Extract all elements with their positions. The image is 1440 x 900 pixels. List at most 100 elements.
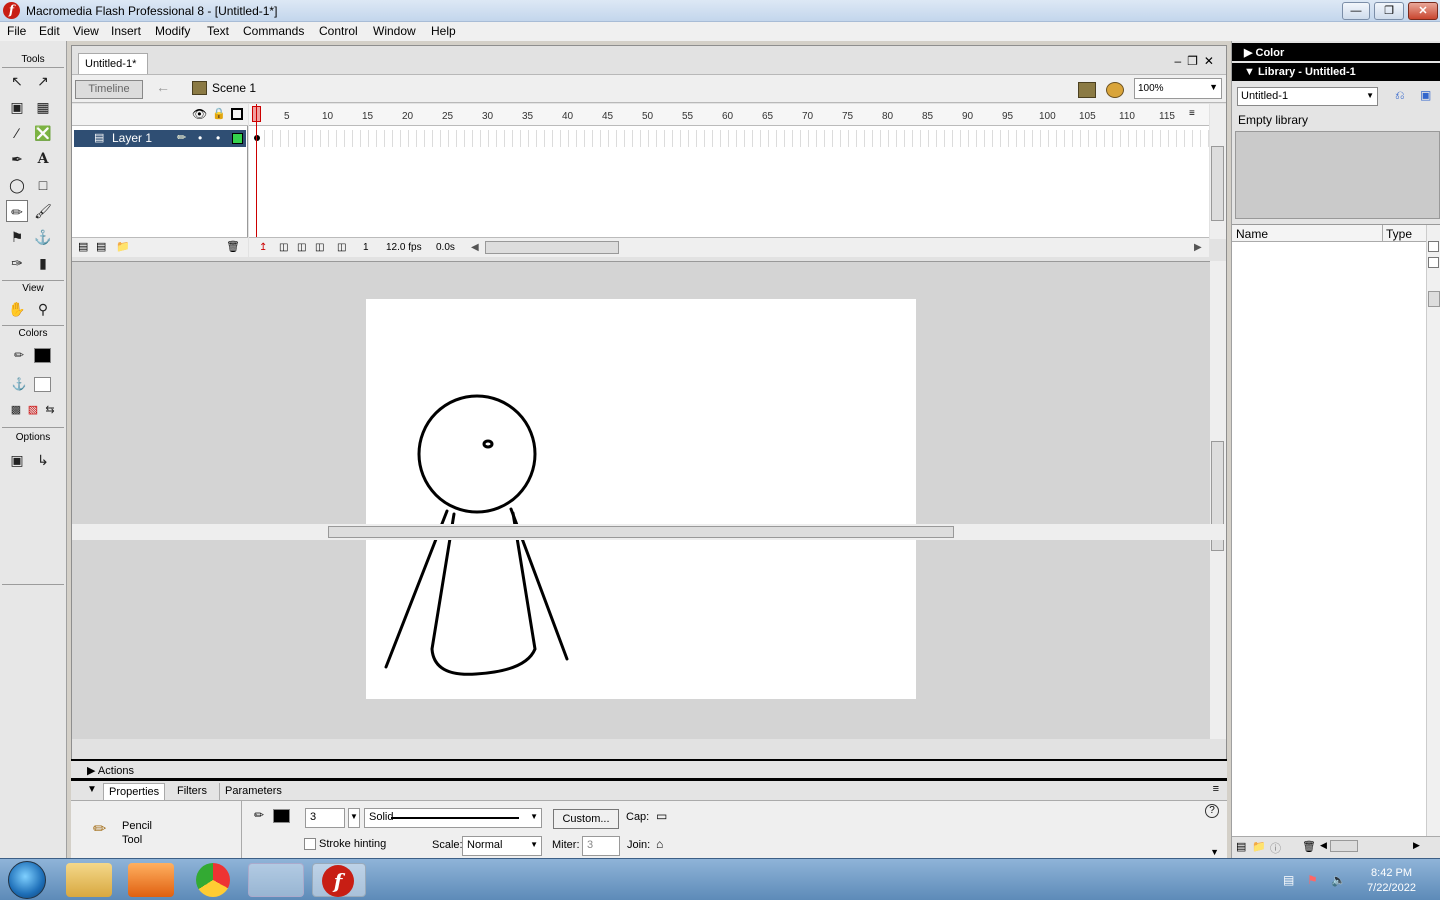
menu-edit[interactable]: Edit bbox=[39, 24, 60, 38]
pin-library-icon[interactable]: ⎌ bbox=[1395, 88, 1405, 103]
restore-button[interactable]: ❐ bbox=[1374, 2, 1404, 20]
menu-help[interactable]: Help bbox=[431, 24, 456, 38]
library-list[interactable]: Name Type bbox=[1232, 224, 1440, 837]
actions-panel-header[interactable]: ▶ Actions bbox=[71, 759, 1227, 778]
onion-outline-icon[interactable]: ◫ bbox=[297, 242, 306, 253]
start-button[interactable] bbox=[8, 861, 46, 899]
edit-symbols-icon[interactable] bbox=[1106, 82, 1124, 98]
eraser-tool-icon[interactable]: ▮ bbox=[32, 252, 54, 274]
frames-row[interactable] bbox=[249, 130, 1209, 147]
pen-tool-icon[interactable]: ✒ bbox=[6, 148, 28, 170]
stroke-hinting-checkbox[interactable] bbox=[304, 838, 316, 850]
network-icon[interactable]: ▤ bbox=[1283, 873, 1299, 887]
stage-vscroll[interactable] bbox=[1210, 261, 1226, 739]
menu-file[interactable]: File bbox=[7, 24, 26, 38]
ink-bottle-tool-icon[interactable]: ⚑ bbox=[6, 226, 28, 248]
fill-color-swatch[interactable] bbox=[34, 377, 51, 392]
menu-commands[interactable]: Commands bbox=[243, 24, 304, 38]
eyedropper-tool-icon[interactable]: ✑ bbox=[6, 252, 28, 274]
stage-canvas[interactable] bbox=[366, 299, 916, 699]
chrome-icon[interactable] bbox=[196, 863, 230, 897]
menu-control[interactable]: Control bbox=[319, 24, 358, 38]
tab-properties[interactable]: Properties bbox=[103, 783, 166, 800]
help-icon[interactable]: ? bbox=[1205, 804, 1219, 818]
timeline-vscroll-thumb[interactable] bbox=[1211, 146, 1224, 221]
delete-icon[interactable]: 🗑 bbox=[1302, 840, 1316, 853]
pencil-mode-icon[interactable]: ↳ bbox=[32, 449, 54, 471]
stage-hscroll-thumb[interactable] bbox=[328, 526, 954, 538]
edit-scene-icon[interactable] bbox=[1078, 82, 1096, 98]
hand-tool-icon[interactable]: ✋ bbox=[6, 298, 28, 320]
subselection-tool-icon[interactable]: ↗ bbox=[32, 70, 54, 92]
stage-hscroll[interactable] bbox=[72, 524, 1226, 540]
zoom-tool-icon[interactable]: ⚲ bbox=[32, 298, 54, 320]
keyframe-dot[interactable] bbox=[254, 135, 260, 141]
join-select-icon[interactable]: ⌂ bbox=[656, 837, 663, 851]
fill-transform-tool-icon[interactable]: ▦ bbox=[32, 96, 54, 118]
edit-multiple-frames-icon[interactable]: ◫ bbox=[315, 242, 324, 253]
timeline-hscroll-thumb[interactable] bbox=[485, 241, 619, 254]
document-window-controls[interactable]: –❐✕ bbox=[1175, 54, 1221, 68]
zoom-select[interactable]: 100% ▼ bbox=[1134, 78, 1222, 99]
onion-skin-icon[interactable]: ◫ bbox=[279, 242, 288, 253]
tab-parameters[interactable]: Parameters bbox=[219, 783, 287, 800]
selection-tool-icon[interactable]: ↖ bbox=[6, 70, 28, 92]
oval-tool-icon[interactable]: ◯ bbox=[6, 174, 28, 196]
visible-dot-icon[interactable]: • bbox=[198, 131, 202, 145]
scene-label[interactable]: Scene 1 bbox=[212, 81, 256, 95]
media-player-icon[interactable] bbox=[128, 863, 174, 897]
add-motion-guide-icon[interactable]: ▤ bbox=[96, 240, 106, 253]
tab-filters[interactable]: Filters bbox=[172, 783, 212, 800]
paint-icon[interactable] bbox=[248, 863, 304, 897]
line-tool-icon[interactable]: ∕ bbox=[6, 122, 28, 144]
scale-select[interactable]: Normal ▼ bbox=[462, 836, 542, 856]
menu-insert[interactable]: Insert bbox=[111, 24, 141, 38]
scroll-right-icon[interactable]: ▶ bbox=[1413, 840, 1420, 851]
close-button[interactable]: ✕ bbox=[1408, 2, 1438, 20]
delete-layer-icon[interactable]: 🗑 bbox=[226, 240, 240, 253]
lock-dot-icon[interactable]: • bbox=[216, 131, 220, 145]
custom-stroke-button[interactable]: Custom... bbox=[553, 809, 619, 829]
stroke-width-input[interactable]: 3 bbox=[305, 808, 345, 828]
scroll-left-icon[interactable]: ◀ bbox=[1320, 840, 1327, 851]
frame-rate[interactable]: 12.0 fps bbox=[386, 242, 422, 253]
panel-menu-icon[interactable]: ≡ bbox=[1213, 783, 1219, 795]
menu-view[interactable]: View bbox=[73, 24, 99, 38]
document-tab[interactable]: Untitled-1* bbox=[78, 53, 148, 74]
miter-input[interactable]: 3 bbox=[582, 836, 620, 856]
outline-color-swatch[interactable] bbox=[232, 133, 243, 144]
menu-window[interactable]: Window bbox=[373, 24, 416, 38]
new-symbol-icon[interactable]: ▤ bbox=[1236, 840, 1246, 853]
expand-panel-icon[interactable]: ▼ bbox=[1210, 847, 1219, 857]
properties-icon[interactable]: ⓘ bbox=[1270, 840, 1281, 856]
chevron-down-icon[interactable]: ▼ bbox=[348, 808, 360, 828]
outline-icon[interactable] bbox=[231, 108, 243, 120]
minimize-button[interactable]: — bbox=[1342, 2, 1370, 20]
eye-icon[interactable]: 👁 bbox=[192, 107, 207, 121]
scroll-right-icon[interactable]: ▶ bbox=[1194, 242, 1202, 253]
paint-bucket-tool-icon[interactable]: ⚓ bbox=[32, 226, 54, 248]
library-select[interactable]: Untitled-1 ▼ bbox=[1237, 87, 1378, 106]
volume-icon[interactable]: 🔈 bbox=[1331, 873, 1347, 887]
insert-layer-icon[interactable]: ▤ bbox=[78, 240, 88, 253]
brush-tool-icon[interactable]: 🖌 bbox=[32, 200, 54, 222]
frame-ruler[interactable]: 5 10 15 20 25 30 35 40 45 50 55 60 65 70… bbox=[249, 104, 1209, 126]
free-transform-tool-icon[interactable]: ▣ bbox=[6, 96, 28, 118]
timeline-toggle-button[interactable]: Timeline bbox=[75, 80, 143, 99]
lock-icon[interactable]: 🔒 bbox=[212, 107, 226, 120]
scroll-left-icon[interactable]: ◀ bbox=[471, 242, 479, 253]
text-tool-icon[interactable]: A bbox=[32, 148, 54, 170]
modify-onion-markers-icon[interactable]: ◫ bbox=[337, 242, 346, 253]
insert-folder-icon[interactable]: 📁 bbox=[116, 240, 130, 253]
collapse-arrow-icon[interactable]: ▼ bbox=[87, 784, 97, 795]
library-panel-header[interactable]: ▼ Library - Untitled-1 bbox=[1232, 63, 1440, 81]
menu-modify[interactable]: Modify bbox=[155, 24, 190, 38]
action-center-icon[interactable]: ⚑ bbox=[1307, 873, 1323, 887]
color-panel-header[interactable]: ▶ Color bbox=[1232, 43, 1440, 61]
flash-taskbar-button[interactable]: f bbox=[312, 863, 366, 897]
stroke-style-select[interactable]: Solid ▼ bbox=[364, 808, 542, 828]
new-folder-icon[interactable]: 📁 bbox=[1252, 840, 1266, 853]
file-explorer-icon[interactable] bbox=[66, 863, 112, 897]
narrow-view-icon[interactable] bbox=[1428, 257, 1439, 268]
clock[interactable]: 8:42 PM 7/22/2022 bbox=[1367, 866, 1416, 896]
